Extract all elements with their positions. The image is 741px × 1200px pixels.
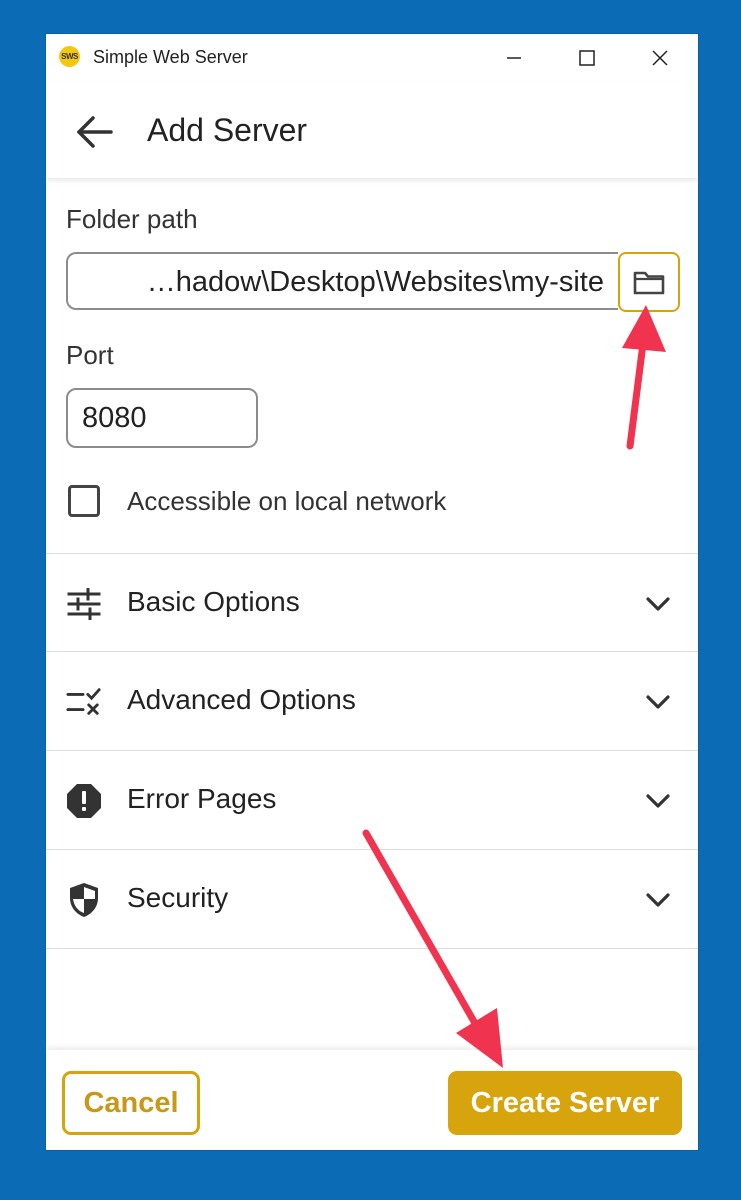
section-label: Security [127,882,229,913]
minimize-button[interactable] [492,42,536,74]
close-icon [652,50,668,66]
port-input[interactable]: 8080 [66,388,258,448]
local-network-label[interactable]: Accessible on local network [127,486,446,517]
cancel-button[interactable]: Cancel [62,1071,200,1135]
app-logo: SWS [59,46,80,67]
chevron-down-icon [642,787,674,815]
section-error-pages[interactable]: Error Pages [46,750,698,848]
app-window: SWS Simple Web Server Add Server Folder … [46,34,698,1150]
chevron-down-icon [642,590,674,618]
section-label: Advanced Options [127,684,356,715]
footer-bar: Cancel Create Server [46,1050,698,1150]
page-title: Add Server [147,112,308,148]
divider [46,948,698,949]
window-title: Simple Web Server [93,47,248,67]
close-button[interactable] [638,42,682,74]
folder-path-label: Folder path [66,204,198,234]
maximize-button[interactable] [565,42,609,74]
chevron-down-icon [642,886,674,914]
title-bar[interactable]: SWS Simple Web Server [46,34,698,82]
section-label: Error Pages [127,783,277,814]
minimize-icon [507,57,521,59]
folder-path-input[interactable]: …hadow\Desktop\Websites\my-site [66,252,618,310]
page-header: Add Server [46,82,698,178]
maximize-icon [579,50,595,66]
back-button[interactable] [72,110,116,154]
browse-folder-button[interactable] [618,252,680,312]
shield-icon [66,882,102,918]
create-server-button[interactable]: Create Server [448,1071,682,1135]
section-basic-options[interactable]: Basic Options [46,553,698,651]
checklist-icon [66,684,102,720]
local-network-checkbox[interactable] [68,485,100,517]
alert-octagon-icon [66,783,102,819]
port-label: Port [66,340,114,370]
sliders-icon [66,586,102,622]
section-security[interactable]: Security [46,849,698,947]
arrow-left-icon [77,116,113,148]
section-label: Basic Options [127,586,300,617]
folder-icon [633,271,665,295]
chevron-down-icon [642,688,674,716]
section-advanced-options[interactable]: Advanced Options [46,651,698,749]
